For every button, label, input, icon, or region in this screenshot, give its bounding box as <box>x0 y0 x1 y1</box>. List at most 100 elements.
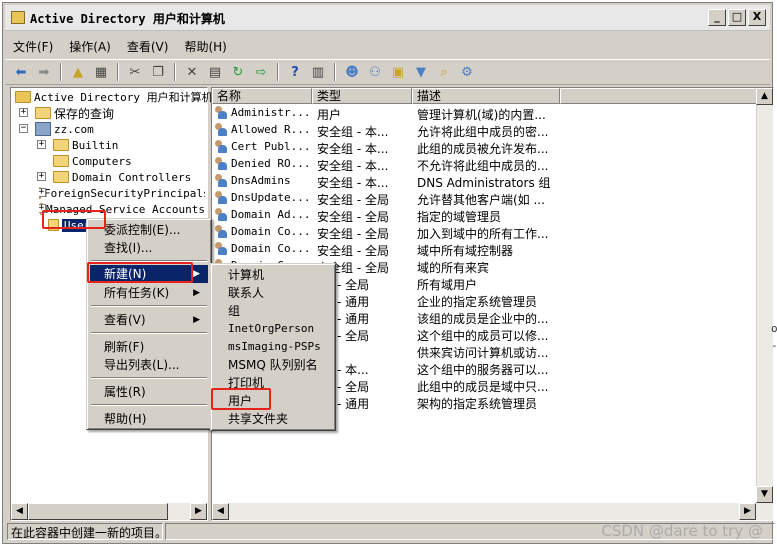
action-pane-icon[interactable]: ▥ <box>308 62 328 82</box>
tree-item-domain-controllers[interactable]: + Domain Controllers <box>37 169 191 185</box>
list-item[interactable]: Denied RO... 安全组 - 本... 不允许将此组中成员的... <box>212 156 757 173</box>
list-item-name: Domain Co... <box>214 242 314 255</box>
menu-item-find[interactable]: 查找(I)... <box>90 239 208 257</box>
expand-icon[interactable]: + <box>19 108 28 117</box>
tree-item-builtin[interactable]: + Builtin <box>37 137 118 153</box>
list-item-type: 用户 <box>317 108 342 122</box>
list-item-type: 安全组 - 本... <box>317 176 389 190</box>
menu-item-new[interactable]: 新建(N) ▶ <box>90 265 208 283</box>
ou-icon[interactable]: ▣ <box>388 62 408 82</box>
cut-icon[interactable]: ✂ <box>125 62 145 82</box>
menu-file[interactable]: 文件(F) <box>5 35 61 57</box>
scroll-left-icon[interactable]: ◀ <box>212 503 229 520</box>
column-header-name[interactable]: 名称 <box>212 88 312 104</box>
list-item-name-text: Cert Publ... <box>231 140 311 153</box>
submenu-item-user[interactable]: 用户 <box>214 392 332 410</box>
close-button[interactable]: X <box>748 9 766 26</box>
scroll-up-icon[interactable]: ▲ <box>756 88 773 105</box>
users-icon[interactable]: ☻ <box>342 62 362 82</box>
scroll-thumb[interactable] <box>28 503 168 520</box>
list-item[interactable]: Domain Ad... 安全组 - 全局 指定的域管理员 <box>212 207 757 224</box>
submenu-item-printer[interactable]: 打印机 <box>214 374 332 392</box>
menu-view[interactable]: 查看(V) <box>119 35 177 57</box>
menu-item-help[interactable]: 帮助(H) <box>90 410 208 428</box>
group-icon[interactable]: ⚇ <box>365 62 385 82</box>
menu-item-export-list[interactable]: 导出列表(L)... <box>90 356 208 374</box>
menu-bar: 文件(F) 操作(A) 查看(V) 帮助(H) <box>5 35 235 57</box>
tree-item-foreign-security[interactable]: + ForeignSecurityPrincipals <box>39 185 205 201</box>
list-item-desc: DNS Administrators 组 <box>417 176 551 190</box>
submenu-item-computer[interactable]: 计算机 <box>214 266 332 284</box>
maximize-button[interactable]: □ <box>728 9 746 26</box>
forward-icon[interactable]: ➡ <box>34 62 54 82</box>
list-item-name: Cert Publ... <box>214 140 314 153</box>
expand-icon[interactable]: + <box>39 188 46 197</box>
folder-icon <box>53 139 69 151</box>
group-icon <box>214 225 228 238</box>
list-item[interactable]: DnsAdmins 安全组 - 本... DNS Administrators 组 <box>212 173 757 190</box>
column-header-blank <box>560 88 758 104</box>
toolbar-separator <box>174 63 176 81</box>
submenu-item-contact[interactable]: 联系人 <box>214 284 332 302</box>
delete-icon[interactable]: ✕ <box>182 62 202 82</box>
refresh-icon[interactable]: ↻ <box>228 62 248 82</box>
list-horizontal-scrollbar[interactable]: ◀ ▶ <box>212 503 773 520</box>
submenu-item-inetorgperson[interactable]: InetOrgPerson <box>214 320 332 338</box>
list-item[interactable]: Domain Co... 安全组 - 全局 加入到域中的所有工作... <box>212 224 757 241</box>
menu-item-all-tasks[interactable]: 所有任务(K) ▶ <box>90 284 208 302</box>
scroll-down-icon[interactable]: ▼ <box>756 486 773 503</box>
list-item[interactable]: Cert Publ... 安全组 - 本... 此组的成员被允许发布... <box>212 139 757 156</box>
menu-item-properties[interactable]: 属性(R) <box>90 383 208 401</box>
list-item-desc: 该组的成员是企业中的... <box>417 312 549 326</box>
list-item[interactable]: DnsUpdate... 安全组 - 全局 允许替其他客户端(如 ... <box>212 190 757 207</box>
expand-icon[interactable]: + <box>37 172 46 181</box>
menu-item-view[interactable]: 查看(V) ▶ <box>90 311 208 329</box>
list-item-desc: 供来宾访问计算机或访... <box>417 346 549 360</box>
menu-help[interactable]: 帮助(H) <box>176 35 234 57</box>
tree-item-managed-service[interactable]: + Managed Service Accounts <box>39 201 205 217</box>
menu-action[interactable]: 操作(A) <box>61 35 119 57</box>
menu-item-delegate-control[interactable]: 委派控制(E)... <box>90 221 208 239</box>
tree-root[interactable]: Active Directory 用户和计算机 <box>15 89 213 105</box>
list-item[interactable]: Domain Co... 安全组 - 全局 域中所有域控制器 <box>212 241 757 258</box>
filter-icon[interactable]: ▼ <box>411 62 431 82</box>
submenu-item-shared-folder[interactable]: 共享文件夹 <box>214 410 332 428</box>
menu-item-refresh[interactable]: 刷新(F) <box>90 338 208 356</box>
find-icon[interactable]: ⌕ <box>434 62 454 82</box>
expand-icon[interactable]: + <box>37 140 46 149</box>
tree-saved-queries[interactable]: + 保存的查询 <box>19 105 114 121</box>
collapse-icon[interactable]: − <box>19 124 28 133</box>
list-item-name-text: Domain Ad... <box>231 208 311 221</box>
list-item-desc: 企业的指定系统管理员 <box>417 295 538 309</box>
tree-horizontal-scrollbar[interactable]: ◀ ▶ <box>11 503 207 520</box>
scroll-right-icon[interactable]: ▶ <box>739 503 756 520</box>
properties-icon[interactable]: ▤ <box>205 62 225 82</box>
scroll-left-icon[interactable]: ◀ <box>11 503 28 520</box>
expand-icon[interactable]: + <box>39 204 46 213</box>
back-icon[interactable]: ⬅ <box>11 62 31 82</box>
tree-domain[interactable]: − zz.com <box>19 121 94 137</box>
list-item-desc: 架构的指定系统管理员 <box>417 397 538 411</box>
export-icon[interactable]: ⇨ <box>251 62 271 82</box>
group-icon <box>214 208 228 221</box>
column-header-type[interactable]: 类型 <box>312 88 412 104</box>
folder-icon <box>53 171 69 183</box>
delegate-icon[interactable]: ⚙ <box>457 62 477 82</box>
list-vertical-scrollbar[interactable]: ▲ ▼ <box>756 88 773 503</box>
scroll-right-icon[interactable]: ▶ <box>190 503 207 520</box>
submenu-item-msmq-alias[interactable]: MSMQ 队列别名 <box>214 356 332 374</box>
show-console-tree-icon[interactable]: ▦ <box>91 62 111 82</box>
minimize-button[interactable]: _ <box>708 9 726 26</box>
submenu-item-group[interactable]: 组 <box>214 302 332 320</box>
submenu-item-msimaging-psps[interactable]: msImaging-PSPs <box>214 338 332 356</box>
tree-item-computers[interactable]: Computers <box>39 153 132 169</box>
help-icon[interactable]: ? <box>285 62 305 82</box>
list-item[interactable]: Administr... 用户 管理计算机(域)的内置... <box>212 105 757 122</box>
copy-icon[interactable]: ❐ <box>148 62 168 82</box>
list-item-name: Domain Co... <box>214 225 314 238</box>
up-folder-icon[interactable]: ▲ <box>68 62 88 82</box>
list-item[interactable]: Allowed R... 安全组 - 本... 允许将此组中成员的密... <box>212 122 757 139</box>
toolbar-separator <box>277 63 279 81</box>
column-header-desc[interactable]: 描述 <box>412 88 560 104</box>
menu-separator <box>91 377 207 379</box>
